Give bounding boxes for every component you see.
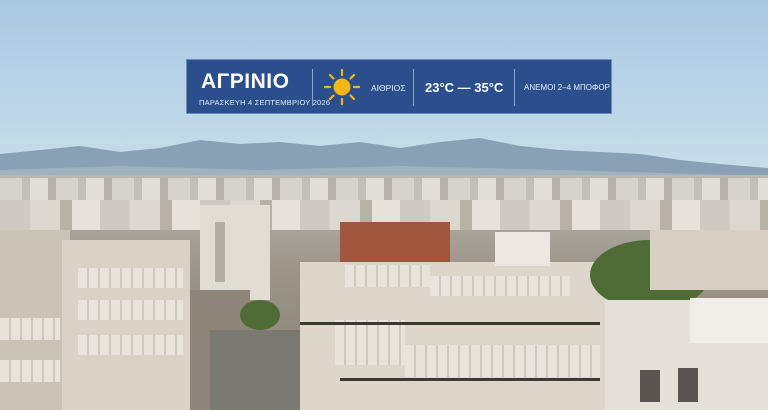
divider: [312, 69, 313, 106]
forecast-date: ΠΑΡΑΣΚΕΥΗ 4 ΣΕΠΤΕΜΒΡΙΟΥ 2026: [199, 98, 331, 107]
city-name: ΑΓΡΙΝΙΟ: [201, 70, 290, 93]
wind-label: ΑΝΕΜΟΙ 2–4 ΜΠΟΦΟΡ: [524, 83, 610, 92]
divider: [413, 69, 414, 106]
divider: [514, 69, 515, 106]
temperature-range: 23°C — 35°C: [425, 80, 504, 95]
weather-banner: ΑΓΡΙΝΙΟ ΠΑΡΑΣΚΕΥΗ 4 ΣΕΠΤΕΜΒΡΙΟΥ 2026 ΑΙΘ…: [186, 59, 612, 114]
sun-icon: [323, 68, 361, 106]
condition-label: ΑΙΘΡΙΟΣ: [371, 83, 406, 93]
